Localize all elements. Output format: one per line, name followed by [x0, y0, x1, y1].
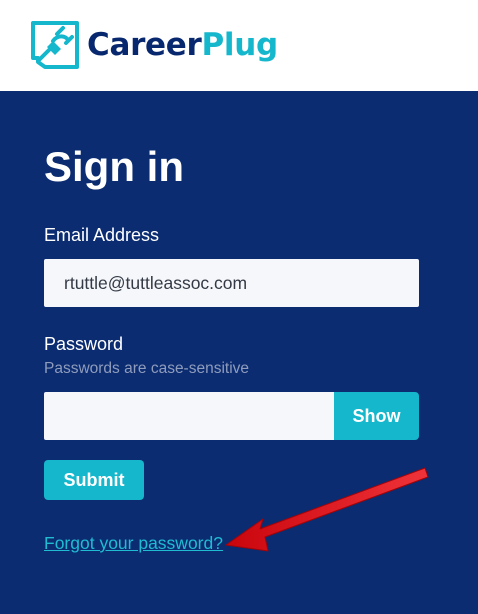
email-field[interactable] [44, 259, 419, 307]
forgot-password-link[interactable]: Forgot your password? [44, 533, 223, 554]
plug-logo-icon [31, 21, 79, 69]
brand-name-plug: Plug [201, 27, 279, 63]
show-password-button[interactable]: Show [334, 392, 419, 440]
password-field[interactable] [44, 392, 334, 440]
email-label: Email Address [44, 225, 160, 245]
brand-wordmark: CareerPlug [87, 27, 278, 63]
brand-name-career: Career [87, 27, 202, 63]
careerplug-logo[interactable]: CareerPlug [30, 20, 278, 70]
site-header: CareerPlug [0, 0, 478, 91]
password-hint: Passwords are case-sensitive [44, 360, 250, 377]
password-label: Password [44, 334, 124, 354]
page-title: Sign in [44, 143, 184, 190]
submit-button[interactable]: Submit [44, 460, 144, 500]
